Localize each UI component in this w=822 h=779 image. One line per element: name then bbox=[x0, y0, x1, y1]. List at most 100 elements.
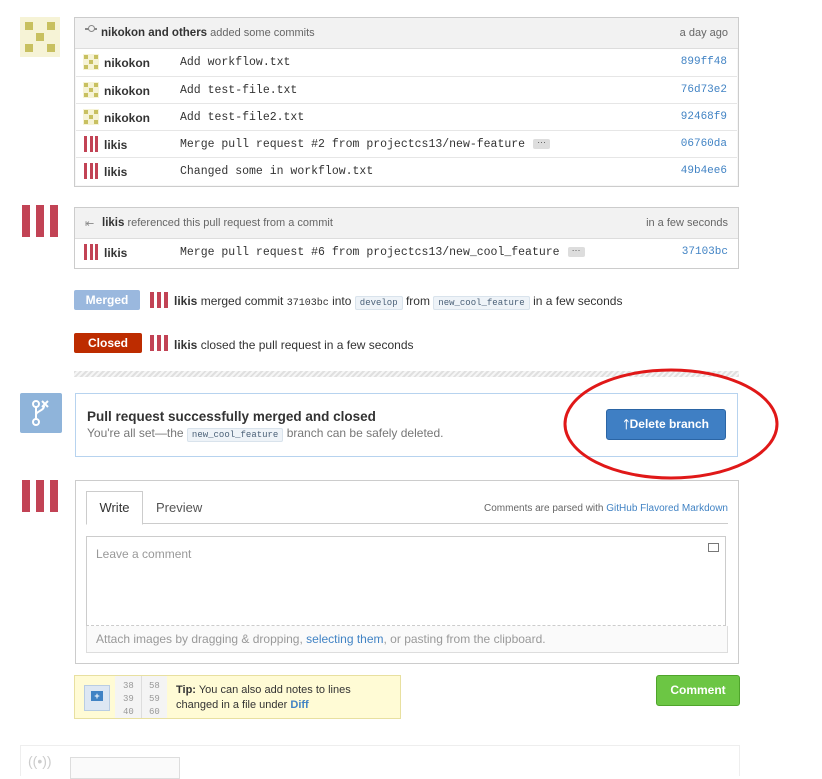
avatar-nikokon[interactable] bbox=[83, 82, 99, 98]
commit-sha[interactable]: 37103bc bbox=[682, 246, 728, 258]
merged-event-user[interactable]: likis bbox=[174, 294, 197, 308]
tip-line-number: 39 bbox=[123, 694, 134, 704]
tab-bar: Write Preview Comments are parsed with G… bbox=[86, 491, 728, 525]
avatar-nikokon[interactable] bbox=[83, 54, 99, 70]
avatar-likis-large[interactable] bbox=[20, 480, 60, 512]
commit-message[interactable]: Merge pull request #2 from projectcs13/n… bbox=[180, 138, 525, 151]
attach-bar[interactable]: Attach images by dragging & dropping, se… bbox=[86, 626, 728, 653]
commit-message[interactable]: Add workflow.txt bbox=[180, 56, 290, 69]
tip-line-number: 40 bbox=[123, 707, 134, 717]
base-branch: develop bbox=[354, 296, 403, 310]
select-files-link[interactable]: selecting them bbox=[306, 632, 383, 646]
reference-action: referenced this pull request from a comm… bbox=[127, 217, 333, 229]
merge-icon bbox=[20, 393, 62, 433]
commit-list: nikokon Add workflow.txt 899ff48 nikokon… bbox=[76, 49, 737, 185]
tip-line-number: 59 bbox=[149, 694, 160, 704]
tip-line-numbers: 38 39 40 58 59 60 bbox=[115, 676, 167, 718]
markdown-link[interactable]: GitHub Flavored Markdown bbox=[606, 503, 728, 514]
commit-message[interactable]: Add test-file2.txt bbox=[180, 111, 304, 124]
merged-into-label: into bbox=[332, 294, 352, 308]
commit-author[interactable]: likis bbox=[104, 246, 127, 260]
comment-textarea[interactable]: Leave a comment bbox=[86, 536, 726, 626]
reference-header: ⇤ likis referenced this pull request fro… bbox=[75, 208, 738, 239]
deletable-branch: new_cool_feature bbox=[186, 428, 284, 442]
reference-user[interactable]: likis bbox=[102, 217, 124, 229]
tip-box: + 38 39 40 58 59 60 Tip: You can also ad… bbox=[74, 675, 401, 719]
commit-sha[interactable]: 06760da bbox=[681, 138, 727, 150]
tip-line-number: 58 bbox=[149, 681, 160, 691]
avatar-likis[interactable] bbox=[83, 136, 99, 152]
merge-status-text-after: branch can be safely deleted. bbox=[286, 426, 444, 440]
reference-box: ⇤ likis referenced this pull request fro… bbox=[74, 207, 739, 269]
markdown-note: Comments are parsed with GitHub Flavored… bbox=[484, 503, 728, 514]
commit-author[interactable]: likis bbox=[104, 138, 127, 152]
tip-diff-link[interactable]: Diff bbox=[290, 699, 308, 711]
reference-arrow-icon: ⇤ bbox=[85, 218, 95, 230]
avatar-likis[interactable] bbox=[83, 244, 99, 260]
commits-header: nikokon and others added some commits a … bbox=[75, 18, 738, 49]
tab-preview[interactable]: Preview bbox=[156, 500, 202, 515]
tip-body: You can also add notes to lines changed … bbox=[176, 684, 351, 711]
expand-commit-button[interactable]: ··· bbox=[567, 245, 585, 257]
merged-event-time: in a few seconds bbox=[533, 294, 623, 308]
comment-placeholder: Leave a comment bbox=[96, 547, 192, 561]
merge-status-text-before: You're all set—the bbox=[87, 426, 184, 440]
attach-text-after: , or pasting from the clipboard. bbox=[383, 632, 546, 646]
commit-sha[interactable]: 76d73e2 bbox=[681, 84, 727, 96]
commit-row: likis Merge pull request #2 from project… bbox=[76, 130, 737, 157]
tip-text: Tip: You can also add notes to lines cha… bbox=[176, 683, 366, 713]
add-note-icon: + bbox=[84, 685, 110, 711]
commit-message[interactable]: Add test-file.txt bbox=[180, 84, 297, 97]
commit-author[interactable]: nikokon bbox=[104, 111, 150, 125]
commit-sha[interactable]: 899ff48 bbox=[681, 56, 727, 68]
commit-author[interactable]: likis bbox=[104, 165, 127, 179]
tab-write[interactable]: Write bbox=[86, 491, 143, 525]
reference-time: in a few seconds bbox=[646, 217, 728, 229]
merge-status-text: You're all set—the new_cool_feature bran… bbox=[87, 426, 444, 442]
closed-event-label: closed the pull request in a few seconds bbox=[200, 338, 414, 352]
commit-row: nikokon Add test-file.txt 76d73e2 bbox=[76, 76, 737, 103]
tip-line-number: 38 bbox=[123, 681, 134, 691]
comment-button[interactable]: Comment bbox=[656, 675, 740, 706]
merged-event-text: likis merged commit 37103bc into develop… bbox=[174, 294, 623, 310]
commit-author[interactable]: nikokon bbox=[104, 84, 150, 98]
commit-row: nikokon Add workflow.txt 899ff48 bbox=[76, 49, 737, 75]
commit-message[interactable]: Merge pull request #6 from projectcs13/n… bbox=[180, 246, 560, 259]
commits-header-time: a day ago bbox=[679, 27, 728, 39]
merged-badge: Merged bbox=[74, 290, 140, 310]
closed-event-text: likis closed the pull request in a few s… bbox=[174, 338, 414, 352]
merged-commit-sha[interactable]: 37103bc bbox=[287, 298, 329, 309]
expand-commit-button[interactable]: ··· bbox=[533, 137, 551, 149]
comment-form: Write Preview Comments are parsed with G… bbox=[75, 480, 739, 664]
avatar-likis-large[interactable] bbox=[20, 205, 60, 237]
reference-commit-row: likis Merge pull request #6 from project… bbox=[75, 239, 738, 265]
head-branch: new_cool_feature bbox=[433, 296, 530, 310]
commit-row: likis Changed some in workflow.txt 49b4e… bbox=[76, 157, 737, 184]
commit-author[interactable]: nikokon bbox=[104, 56, 150, 70]
commit-sha[interactable]: 49b4ee6 bbox=[681, 165, 727, 177]
tip-label: Tip: bbox=[176, 684, 196, 696]
merge-status-title: Pull request successfully merged and clo… bbox=[87, 409, 376, 424]
avatar-likis[interactable] bbox=[149, 335, 169, 351]
tip-line-number: 60 bbox=[149, 707, 160, 717]
next-timeline-inner bbox=[70, 757, 180, 779]
markdown-note-text: Comments are parsed with bbox=[484, 503, 604, 514]
attach-text-before: Attach images by dragging & dropping, bbox=[96, 632, 303, 646]
commits-header-action: added some commits bbox=[210, 27, 315, 39]
commit-row: nikokon Add test-file2.txt 92468f9 bbox=[76, 103, 737, 130]
commit-icon-dot bbox=[88, 25, 95, 32]
closed-event-user[interactable]: likis bbox=[174, 338, 197, 352]
merged-from-label: from bbox=[405, 294, 430, 308]
annotation-circle bbox=[563, 368, 779, 480]
commit-sha[interactable]: 92468f9 bbox=[681, 111, 727, 123]
avatar-likis[interactable] bbox=[149, 292, 169, 308]
avatar-nikokon[interactable] bbox=[83, 109, 99, 125]
commits-box: nikokon and others added some commits a … bbox=[74, 17, 739, 187]
commit-message[interactable]: Changed some in workflow.txt bbox=[180, 165, 373, 178]
closed-badge: Closed bbox=[74, 333, 142, 353]
avatar-nikokon-large[interactable] bbox=[20, 17, 60, 57]
merged-event-label: merged commit bbox=[200, 294, 284, 308]
avatar-likis[interactable] bbox=[83, 163, 99, 179]
commits-header-user[interactable]: nikokon and others bbox=[101, 27, 207, 39]
fullscreen-icon[interactable] bbox=[708, 543, 719, 552]
